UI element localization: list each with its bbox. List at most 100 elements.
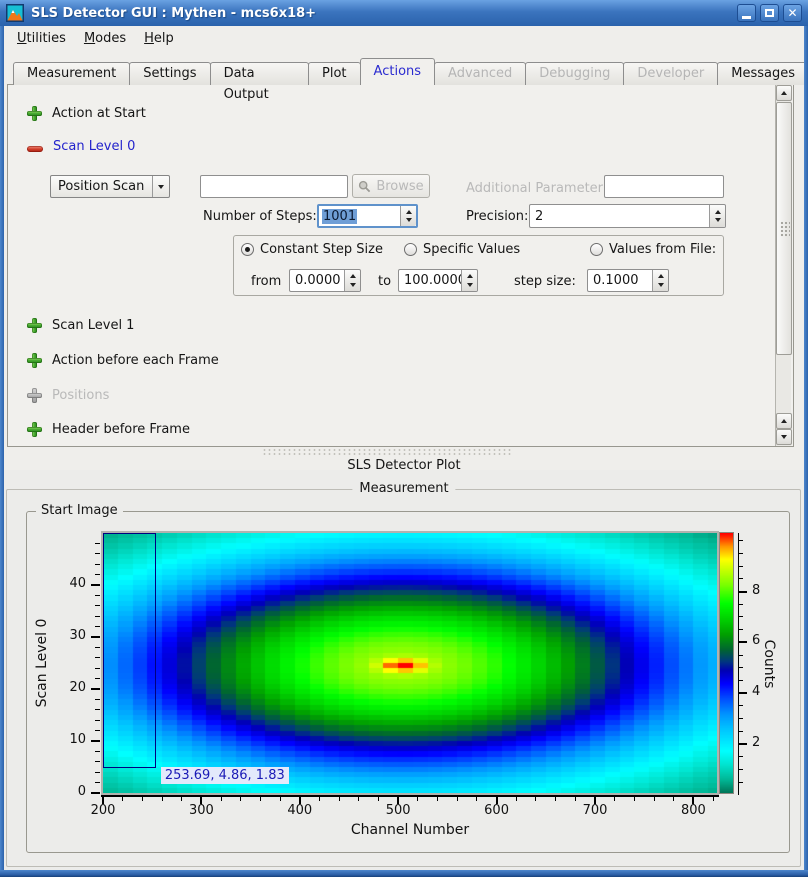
to-spinbox[interactable]: 100.0000 — [398, 269, 478, 292]
axis-tick — [339, 797, 340, 801]
colorbar-title: Counts — [761, 629, 777, 699]
axis-tick — [739, 591, 747, 593]
window-title: SLS Detector GUI : Mythen - mcs6x18+ — [31, 6, 316, 21]
axis-tick — [535, 797, 536, 801]
minus-red-icon[interactable] — [27, 146, 43, 152]
tab-actions[interactable]: Actions — [360, 58, 436, 85]
plus-green-icon[interactable] — [27, 318, 42, 333]
axis-tick — [654, 797, 655, 801]
tab-advanced[interactable]: Advanced — [434, 62, 526, 85]
scan-mode-select[interactable]: Position Scan — [50, 175, 170, 198]
plus-green-icon[interactable] — [27, 106, 42, 121]
axis-tick — [95, 751, 100, 752]
close-button[interactable]: ✕ — [783, 4, 802, 22]
tab-messages[interactable]: Messages — [717, 62, 808, 85]
action-item-scan-level-0[interactable]: Scan Level 0 — [27, 138, 135, 154]
minimize-button[interactable] — [737, 4, 756, 22]
x-tick-label: 800 — [663, 803, 723, 818]
spin-buttons[interactable] — [400, 206, 416, 226]
action-item-label: Action before each Frame — [52, 353, 219, 368]
actions-scrollbar[interactable] — [775, 85, 791, 446]
spin-buttons[interactable] — [709, 205, 725, 227]
axis-tick — [614, 797, 615, 801]
axis-tick — [437, 797, 438, 801]
y-tick-label: 40 — [24, 576, 86, 591]
x-tick-label: 700 — [565, 803, 625, 818]
axis-tick — [575, 797, 576, 801]
action-item-scan-level-1[interactable]: Scan Level 1 — [27, 317, 134, 333]
plus-green-icon[interactable] — [27, 353, 42, 368]
radio-values-from-file[interactable]: Values from File: — [590, 242, 716, 257]
action-item-action-at-start[interactable]: Action at Start — [27, 105, 146, 121]
plus-green-icon[interactable] — [27, 422, 42, 437]
browse-magnifier-icon — [358, 180, 371, 193]
step-size-label: step size: — [514, 274, 576, 289]
script-path-input[interactable] — [200, 175, 348, 198]
zoom-selection-rect[interactable] — [103, 533, 156, 768]
precision-spinbox[interactable]: 2 — [529, 204, 726, 228]
menu-bar: UtilitiesModesHelp — [4, 26, 804, 50]
axis-tick — [95, 595, 100, 596]
action-item-label: Scan Level 1 — [52, 318, 134, 333]
title-bar[interactable]: SLS Detector GUI : Mythen - mcs6x18+ ✕ — [0, 0, 808, 26]
axis-tick — [181, 797, 182, 801]
axis-tick — [95, 709, 100, 710]
axis-tick — [739, 616, 743, 617]
scroll-up-button-2[interactable] — [776, 413, 792, 429]
scroll-thumb[interactable] — [776, 102, 792, 355]
heatmap-canvas[interactable] — [103, 533, 717, 793]
spin-buttons[interactable] — [344, 270, 360, 291]
x-tick-label: 600 — [467, 803, 527, 818]
menu-modes[interactable]: Modes — [75, 28, 135, 49]
plus-gray-icon[interactable] — [27, 388, 42, 403]
tab-plot[interactable]: Plot — [308, 62, 361, 85]
tab-settings[interactable]: Settings — [129, 62, 210, 85]
x-axis-line — [101, 795, 719, 797]
axis-tick — [95, 668, 100, 669]
x-tick-label: 400 — [270, 803, 330, 818]
axis-tick — [739, 756, 743, 757]
colorbar-tick-label: 8 — [752, 583, 782, 598]
radio-specific-values[interactable]: Specific Values — [404, 242, 520, 257]
spin-buttons[interactable] — [652, 270, 668, 291]
action-item-action-before-each-frame[interactable]: Action before each Frame — [27, 352, 219, 368]
tab-measurement[interactable]: Measurement — [13, 62, 130, 85]
colorbar-tick-label: 2 — [752, 735, 782, 750]
spin-up-icon — [658, 274, 664, 278]
browse-button[interactable]: Browse — [352, 174, 430, 198]
scroll-up-button[interactable] — [776, 85, 792, 101]
axis-tick — [280, 797, 281, 801]
step-size-spinbox[interactable]: 0.1000 — [587, 269, 669, 292]
axis-tick — [555, 797, 556, 801]
radio-constant-label: Constant Step Size — [260, 242, 383, 257]
arrow-up-icon — [781, 419, 787, 423]
axis-tick — [162, 797, 163, 801]
axis-tick — [240, 797, 241, 801]
x-tick-label: 300 — [171, 803, 231, 818]
radio-constant-step-size[interactable]: Constant Step Size — [241, 242, 383, 257]
scroll-down-button[interactable] — [776, 429, 792, 445]
axis-tick — [91, 636, 100, 638]
from-label: from — [251, 274, 281, 289]
axis-tick — [739, 566, 743, 567]
action-item-positions[interactable]: Positions — [27, 387, 109, 403]
axis-tick — [91, 740, 100, 742]
additional-parameter-input[interactable] — [604, 175, 724, 198]
tab-debugging[interactable]: Debugging — [525, 62, 624, 85]
tab-data-output[interactable]: Data Output — [210, 62, 309, 85]
axis-tick — [739, 578, 743, 579]
spin-up-icon — [350, 274, 356, 278]
spin-buttons[interactable] — [461, 270, 477, 291]
action-item-header-before-frame[interactable]: Header before Frame — [27, 421, 190, 437]
axis-tick — [378, 797, 379, 801]
radio-file-label: Values from File: — [609, 242, 716, 257]
from-spinbox[interactable]: 0.0000 — [289, 269, 361, 292]
menu-utilities[interactable]: Utilities — [8, 28, 75, 49]
number-of-steps-spinbox[interactable]: 1001 — [317, 204, 418, 228]
maximize-button[interactable] — [760, 4, 779, 22]
menu-help[interactable]: Help — [135, 28, 183, 49]
start-image-title: Start Image — [36, 503, 123, 518]
combo-arrow-box — [152, 176, 169, 197]
axis-tick — [739, 629, 743, 630]
tab-developer[interactable]: Developer — [623, 62, 718, 85]
